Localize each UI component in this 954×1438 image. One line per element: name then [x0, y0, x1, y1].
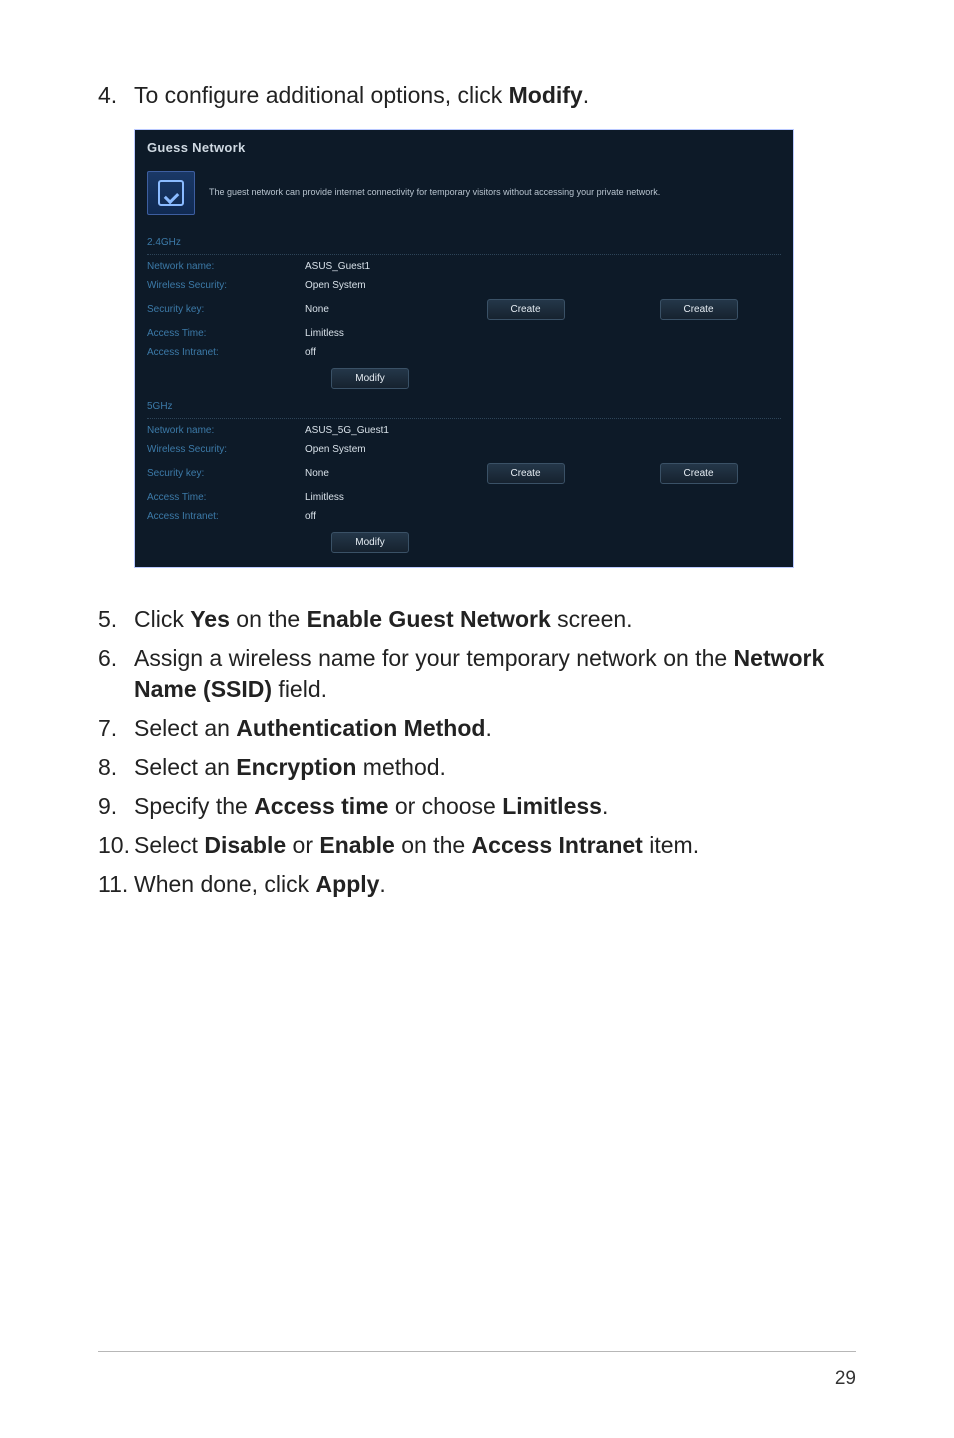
wireless-security-label-5: Wireless Security:	[147, 444, 297, 455]
step-4-b: Modify	[509, 82, 583, 108]
panel-description: The guest network can provide internet c…	[209, 187, 660, 199]
access-intranet-label-5: Access Intranet:	[147, 511, 297, 522]
modify-button-5[interactable]: Modify	[331, 532, 409, 553]
step-10-c: or	[286, 832, 319, 858]
step-9-c: or choose	[388, 793, 502, 819]
step-5-d: Enable Guest Network	[307, 606, 551, 632]
step-5-num: 5.	[98, 604, 134, 635]
step-6-a: Assign a wireless name for your temporar…	[134, 645, 734, 671]
footer-divider	[98, 1351, 856, 1352]
step-9-e: .	[602, 793, 608, 819]
step-9-b: Access time	[254, 793, 388, 819]
step-9-a: Specify the	[134, 793, 254, 819]
step-5-text: Click Yes on the Enable Guest Network sc…	[134, 604, 856, 635]
page-number: 29	[835, 1368, 856, 1390]
step-6: 6. Assign a wireless name for your tempo…	[98, 643, 856, 705]
step-7-b: Authentication Method	[236, 715, 485, 741]
step-5-b: Yes	[190, 606, 230, 632]
step-10-text: Select Disable or Enable on the Access I…	[134, 830, 856, 861]
access-intranet-label-24: Access Intranet:	[147, 347, 297, 358]
band-5-label: 5GHz	[147, 401, 781, 416]
step-5-c: on the	[230, 606, 307, 632]
step-8-b: Encryption	[236, 754, 356, 780]
step-4-text: To configure additional options, click M…	[134, 80, 856, 111]
step-10-num: 10.	[98, 830, 134, 861]
step-10-g: item.	[643, 832, 699, 858]
step-4-c: .	[583, 82, 589, 108]
step-9-num: 9.	[98, 791, 134, 822]
panel-desc-row: The guest network can provide internet c…	[147, 163, 781, 225]
step-7-num: 7.	[98, 713, 134, 744]
step-8-num: 8.	[98, 752, 134, 783]
band-24-label: 2.4GHz	[147, 237, 781, 252]
step-6-num: 6.	[98, 643, 134, 705]
guest-network-panel: Guess Network The guest network can prov…	[134, 129, 794, 568]
step-5-e: screen.	[551, 606, 633, 632]
step-7-a: Select an	[134, 715, 236, 741]
network-name-label-24: Network name:	[147, 261, 297, 272]
step-8-text: Select an Encryption method.	[134, 752, 856, 783]
security-key-value-5: None	[305, 468, 435, 479]
step-7-text: Select an Authentication Method.	[134, 713, 856, 744]
step-11-num: 11.	[98, 869, 134, 900]
checkmark-icon	[158, 180, 184, 206]
step-6-c: field.	[272, 676, 327, 702]
step-5-a: Click	[134, 606, 190, 632]
modify-button-24[interactable]: Modify	[331, 368, 409, 389]
step-4-a: To configure additional options, click	[134, 82, 509, 108]
step-6-text: Assign a wireless name for your temporar…	[134, 643, 856, 705]
band-5-grid: Network name: ASUS_5G_Guest1 Wireless Se…	[147, 425, 781, 553]
separator-5	[147, 418, 781, 419]
step-9-d: Limitless	[502, 793, 602, 819]
step-7: 7. Select an Authentication Method.	[98, 713, 856, 744]
panel-title: Guess Network	[147, 140, 781, 155]
access-time-label-5: Access Time:	[147, 492, 297, 503]
step-10: 10. Select Disable or Enable on the Acce…	[98, 830, 856, 861]
step-10-e: on the	[395, 832, 472, 858]
access-time-label-24: Access Time:	[147, 328, 297, 339]
wireless-security-label-24: Wireless Security:	[147, 280, 297, 291]
access-intranet-value-24: off	[305, 347, 435, 358]
step-11: 11. When done, click Apply.	[98, 869, 856, 900]
separator-24	[147, 254, 781, 255]
create-button-24-1[interactable]: Create	[487, 299, 565, 320]
step-10-d: Enable	[319, 832, 394, 858]
guest-network-icon	[147, 171, 195, 215]
access-time-value-5: Limitless	[305, 492, 435, 503]
access-intranet-value-5: off	[305, 511, 435, 522]
wireless-security-value-24: Open System	[305, 280, 435, 291]
create-button-5-1[interactable]: Create	[487, 463, 565, 484]
access-time-value-24: Limitless	[305, 328, 435, 339]
band-24-grid: Network name: ASUS_Guest1 Wireless Secur…	[147, 261, 781, 389]
network-name-value-5: ASUS_5G_Guest1	[305, 425, 435, 436]
create-button-5-2[interactable]: Create	[660, 463, 738, 484]
create-button-24-2[interactable]: Create	[660, 299, 738, 320]
step-10-b: Disable	[204, 832, 286, 858]
step-4: 4. To configure additional options, clic…	[98, 80, 856, 111]
step-11-text: When done, click Apply.	[134, 869, 856, 900]
step-8-c: method.	[356, 754, 446, 780]
step-8: 8. Select an Encryption method.	[98, 752, 856, 783]
step-11-a: When done, click	[134, 871, 316, 897]
step-8-a: Select an	[134, 754, 236, 780]
step-11-b: Apply	[316, 871, 380, 897]
wireless-security-value-5: Open System	[305, 444, 435, 455]
step-10-f: Access Intranet	[472, 832, 643, 858]
step-7-c: .	[485, 715, 491, 741]
step-9-text: Specify the Access time or choose Limitl…	[134, 791, 856, 822]
step-9: 9. Specify the Access time or choose Lim…	[98, 791, 856, 822]
step-4-num: 4.	[98, 80, 134, 111]
step-11-c: .	[379, 871, 385, 897]
security-key-label-5: Security key:	[147, 468, 297, 479]
step-10-a: Select	[134, 832, 204, 858]
step-5: 5. Click Yes on the Enable Guest Network…	[98, 604, 856, 635]
network-name-value-24: ASUS_Guest1	[305, 261, 435, 272]
security-key-label-24: Security key:	[147, 304, 297, 315]
network-name-label-5: Network name:	[147, 425, 297, 436]
security-key-value-24: None	[305, 304, 435, 315]
